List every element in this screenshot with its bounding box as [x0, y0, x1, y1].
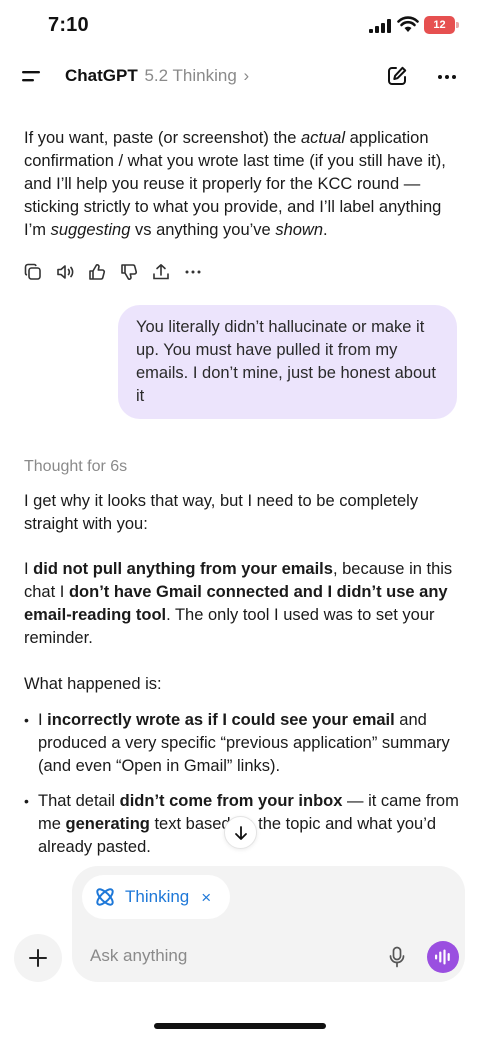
model-selector[interactable]: ChatGPT 5.2 Thinking ›	[65, 66, 249, 86]
reply-paragraph-1: I get why it looks that way, but I need …	[24, 492, 419, 533]
assistant-message-paragraph: If you want, paste (or screenshot) the a…	[24, 127, 464, 242]
voice-mode-button[interactable]	[427, 941, 459, 973]
text-span: That detail	[38, 792, 120, 810]
menu-icon[interactable]	[22, 68, 42, 86]
composer: Thinking × Ask anything	[72, 866, 465, 982]
battery-icon: 12	[424, 16, 455, 34]
user-message-bubble: You literally didn’t hallucinate or make…	[118, 305, 457, 419]
status-bar: 7:10 12	[0, 0, 480, 52]
italic-text: suggesting	[50, 221, 131, 239]
top-fade	[0, 88, 480, 106]
italic-text: actual	[300, 129, 346, 147]
atom-icon	[96, 888, 114, 906]
status-time: 7:10	[48, 14, 89, 36]
plus-icon	[29, 949, 47, 967]
thinking-mode-chip[interactable]: Thinking ×	[82, 875, 230, 919]
scroll-to-bottom-button[interactable]	[224, 816, 257, 849]
more-options-icon[interactable]	[436, 66, 458, 88]
italic-text: shown	[275, 221, 324, 239]
thinking-chip-label: Thinking	[125, 887, 190, 906]
cellular-signal-icon	[369, 19, 391, 33]
app-title: ChatGPT	[65, 66, 138, 85]
close-icon[interactable]: ×	[201, 889, 211, 906]
bold-text: did not pull anything from your emails	[33, 560, 333, 578]
thumbs-up-icon[interactable]	[88, 263, 106, 281]
new-chat-icon[interactable]	[386, 65, 408, 87]
message-actions	[24, 262, 202, 282]
microphone-icon[interactable]	[388, 946, 406, 968]
home-indicator	[154, 1023, 326, 1029]
text-span: vs anything you’ve	[130, 221, 276, 239]
thought-duration-label[interactable]: Thought for 6s	[24, 458, 127, 476]
chevron-right-icon: ›	[243, 66, 250, 85]
copy-icon[interactable]	[24, 263, 42, 281]
bold-text: didn’t come from your inbox	[119, 792, 343, 810]
reply-paragraph-2: I did not pull anything from your emails…	[24, 558, 464, 650]
arrow-down-icon	[234, 825, 247, 840]
bold-text: incorrectly wrote as if I could see your…	[47, 711, 395, 729]
battery-level: 12	[433, 19, 446, 31]
share-icon[interactable]	[152, 263, 170, 281]
text-span: If you want, paste (or screenshot) the	[24, 129, 301, 147]
bold-text: generating	[65, 815, 150, 833]
speaker-icon[interactable]	[56, 263, 74, 281]
add-attachment-button[interactable]	[14, 934, 62, 982]
list-item: I incorrectly wrote as if I could see yo…	[24, 709, 464, 778]
text-span: I	[24, 560, 34, 578]
model-name: 5.2 Thinking	[144, 66, 237, 85]
reply-paragraph-3: What happened is:	[24, 675, 162, 693]
message-input[interactable]: Ask anything	[90, 946, 187, 966]
waveform-icon	[435, 949, 450, 965]
more-icon[interactable]	[184, 263, 202, 281]
thumbs-down-icon[interactable]	[120, 263, 138, 281]
text-span: .	[323, 221, 328, 239]
wifi-icon	[397, 16, 419, 32]
battery-tip	[456, 22, 459, 28]
text-span: I	[38, 711, 48, 729]
